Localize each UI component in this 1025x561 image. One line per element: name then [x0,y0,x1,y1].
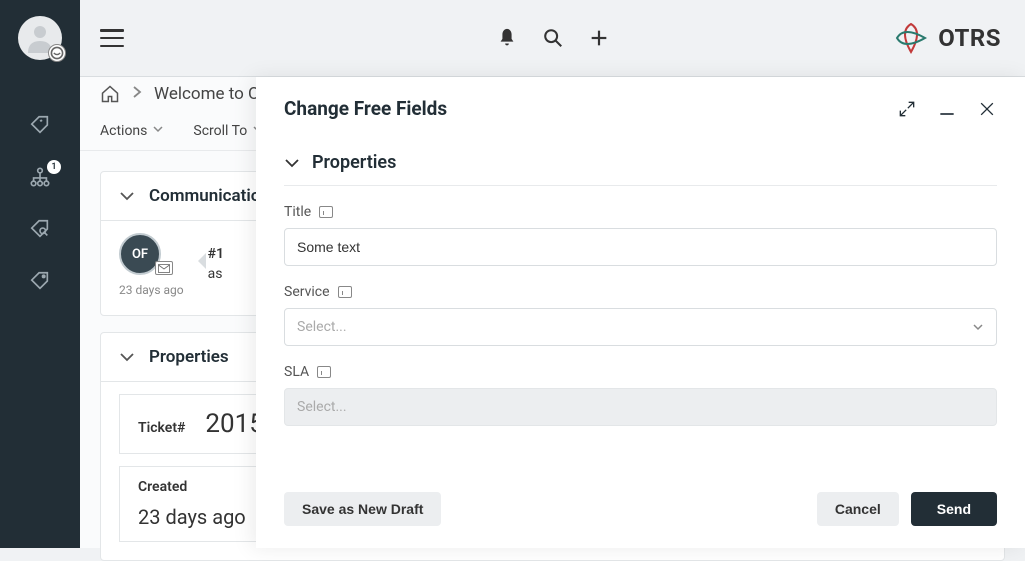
comm-bubble: #1 as [208,245,224,284]
expand-icon[interactable] [897,99,917,119]
chevron-down-icon [153,125,163,136]
actions-dropdown[interactable]: Actions [100,123,163,139]
modal-title: Change Free Fields [284,97,447,120]
note-icon [317,366,331,378]
sidebar-item-hierarchy[interactable]: 1 [29,166,51,188]
send-button[interactable]: Send [911,492,997,526]
top-bar: OTRS [80,0,1025,77]
modal-footer: Save as New Draft Cancel Send [256,478,1025,548]
close-icon[interactable] [977,99,997,119]
select-sla: Select... [284,388,997,426]
sidebar-item-favorites[interactable] [29,114,51,136]
notifications-icon[interactable] [496,27,518,49]
chevron-down-icon [119,190,135,202]
comm-date: 23 days ago [119,283,184,297]
chevron-down-icon [284,157,300,169]
comm-avatar: OF [119,233,161,275]
avatar[interactable] [18,16,62,60]
mail-icon [155,261,173,275]
save-draft-button[interactable]: Save as New Draft [284,492,441,526]
section-properties-toggle[interactable]: Properties [284,140,997,186]
menu-button[interactable] [100,29,124,47]
sidebar-badge: 1 [47,160,61,174]
select-service[interactable]: Select... [284,308,997,346]
input-title[interactable] [284,228,997,266]
label-title: Title [284,204,997,220]
left-sidebar: 1 [0,0,80,548]
scroll-to-dropdown[interactable]: Scroll To [193,123,263,139]
chevron-down-icon [972,322,984,332]
home-icon[interactable] [100,84,120,104]
breadcrumb-title: Welcome to O [154,84,260,104]
label-sla: SLA [284,364,997,380]
sidebar-item-search-tag[interactable] [29,218,51,240]
search-icon[interactable] [542,27,564,49]
chevron-down-icon [119,351,135,363]
tag-star-icon [29,114,51,136]
label-service: Service [284,284,997,300]
note-icon [319,206,333,218]
sidebar-item-tag[interactable] [29,270,51,292]
tag-search-icon [29,218,51,240]
note-icon [338,286,352,298]
logo-icon [894,21,928,55]
avatar-status-icon [48,44,66,62]
tag-icon [29,270,51,292]
add-icon[interactable] [588,27,610,49]
minimize-icon[interactable] [937,99,957,119]
modal-change-free-fields: Change Free Fields Properties Title [256,77,1025,548]
logo: OTRS [894,21,1001,55]
logo-text: OTRS [938,24,1001,52]
chevron-right-icon [132,85,142,103]
cancel-button[interactable]: Cancel [817,492,899,526]
